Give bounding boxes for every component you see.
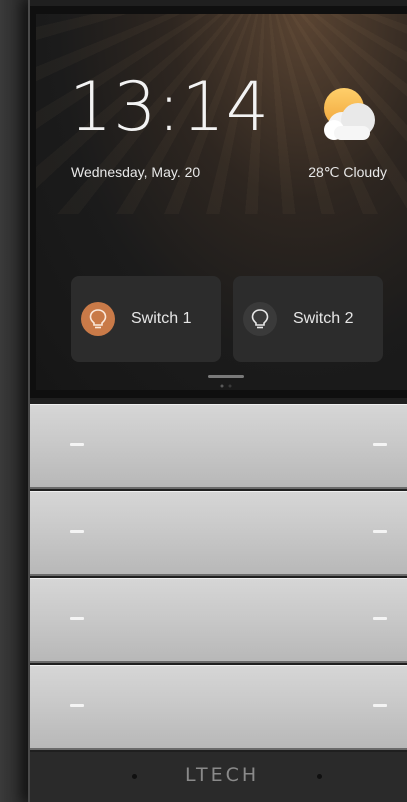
key-indicator-left xyxy=(70,704,84,707)
key-1[interactable] xyxy=(30,404,407,489)
weather-text: 28℃ Cloudy xyxy=(308,164,387,180)
switch-2-label: Switch 2 xyxy=(293,310,354,327)
key-indicator-right xyxy=(373,443,387,446)
clock-date: Wednesday, May. 20 xyxy=(71,164,201,180)
switch-1-card[interactable]: Switch 1 xyxy=(71,276,221,362)
page-indicator xyxy=(220,384,232,388)
screw-icon xyxy=(132,774,137,779)
screw-icon xyxy=(317,774,322,779)
brand-logo: LTECH xyxy=(185,764,260,786)
key-3[interactable] xyxy=(30,578,407,663)
touch-screen: 13:14 Wednesday, May. 20 28℃ Cloudy Swit… xyxy=(36,14,407,390)
switch-2-card[interactable]: Switch 2 xyxy=(233,276,383,362)
key-indicator-right xyxy=(373,704,387,707)
bulb-icon xyxy=(81,302,115,336)
key-indicator-left xyxy=(70,617,84,620)
key-2[interactable] xyxy=(30,491,407,576)
bottom-strip: LTECH xyxy=(30,752,407,802)
key-indicator-right xyxy=(373,617,387,620)
swipe-handle[interactable] xyxy=(208,375,244,378)
clock-time: 13:14 xyxy=(69,68,270,147)
key-indicator-left xyxy=(70,443,84,446)
partly-cloudy-icon xyxy=(324,88,375,140)
switch-1-label: Switch 1 xyxy=(131,310,192,327)
key-4[interactable] xyxy=(30,665,407,750)
bulb-icon xyxy=(243,302,277,336)
key-indicator-right xyxy=(373,530,387,533)
key-indicator-left xyxy=(70,530,84,533)
